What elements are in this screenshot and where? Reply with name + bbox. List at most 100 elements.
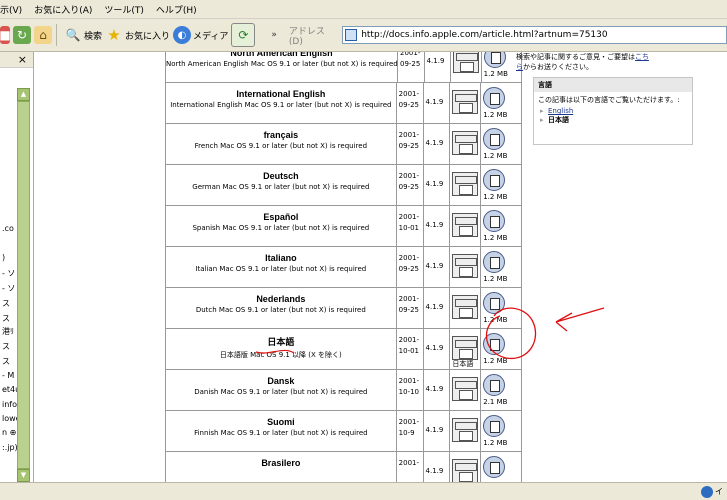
document-icon[interactable]	[483, 251, 506, 273]
language-cell: Español Spanish Mac OS 9.1 or later (but …	[166, 206, 397, 246]
search-icon: 🔍	[65, 28, 81, 42]
table-row: North American English North American Eng…	[166, 52, 521, 83]
pane-text-fragment: ス	[2, 357, 10, 366]
document-icon[interactable]	[483, 87, 506, 109]
menu-help[interactable]: ヘルプ(H)	[150, 3, 203, 16]
date-monthday: 10-9	[398, 429, 415, 437]
version-cell: 4.1.9	[424, 452, 451, 482]
pane-text-fragment: ス	[2, 299, 10, 308]
version-cell: 4.1.9	[424, 206, 451, 246]
close-icon[interactable]: ×	[18, 53, 27, 66]
toolbar-overflow-chevron[interactable]: »	[271, 30, 277, 40]
explorer-scrollbar[interactable]: ▲ ▼	[17, 88, 30, 482]
download-disk-icon[interactable]	[452, 172, 479, 196]
document-icon[interactable]	[483, 333, 506, 355]
download-disk-icon[interactable]	[452, 336, 479, 360]
document-icon[interactable]	[483, 456, 506, 478]
document-icon[interactable]	[483, 292, 506, 314]
requirement-text: French Mac OS 9.1 or later (but not X) i…	[194, 142, 368, 150]
file-size: 1.2 MB	[483, 275, 508, 283]
download-disk-icon[interactable]	[452, 213, 479, 237]
date-year: 2001-	[398, 213, 420, 221]
table-row: Suomi Finnish Mac OS 9.1 or later (but no…	[166, 411, 521, 452]
date-cell: 2001- 10-01	[397, 206, 424, 246]
search-button[interactable]: 🔍 検索	[64, 22, 103, 48]
file-size: 2.1 MB	[483, 398, 508, 406]
document-icon[interactable]	[483, 169, 506, 191]
language-box-title: 言語	[534, 78, 692, 92]
language-cell: Nederlands Dutch Mac OS 9.1 or later (but…	[166, 288, 397, 328]
download-cell	[450, 411, 482, 451]
address-url[interactable]: http://docs.info.apple.com/article.html?…	[361, 30, 607, 40]
language-cell: International English International Engli…	[166, 83, 397, 123]
download-disk-icon[interactable]	[452, 254, 479, 278]
toolbar-separator	[56, 24, 57, 46]
menu-favorites[interactable]: お気に入り(A)	[28, 3, 98, 16]
download-disk-icon[interactable]	[452, 90, 479, 114]
date-monthday: 09-25	[398, 101, 420, 109]
menu-view[interactable]: 示(V)	[0, 3, 28, 16]
language-option-english[interactable]: English	[538, 107, 688, 116]
feedback-link[interactable]: こち	[635, 53, 649, 61]
address-bar[interactable]: http://docs.info.apple.com/article.html?…	[342, 26, 727, 44]
scroll-down-arrow-icon[interactable]: ▼	[17, 469, 30, 482]
date-monthday: 10-10	[398, 388, 420, 396]
document-icon[interactable]	[483, 210, 506, 232]
scrollbar-thumb[interactable]	[17, 101, 30, 469]
document-icon[interactable]	[483, 415, 506, 437]
internet-zone-icon	[701, 486, 713, 498]
date-year: 2001-	[398, 459, 420, 467]
home-button[interactable]: ⌂	[34, 22, 52, 48]
download-disk-icon[interactable]	[452, 377, 479, 401]
date-year: 2001-	[398, 336, 420, 344]
download-disk-icon[interactable]	[452, 295, 479, 319]
download-disk-icon[interactable]	[452, 459, 479, 482]
download-disk-icon[interactable]	[453, 52, 480, 73]
date-cell: 2001- 09-25	[398, 52, 425, 82]
language-cell: North American English North American Eng…	[166, 52, 398, 82]
date-cell: 2001-	[397, 452, 424, 482]
date-year: 2001-	[398, 377, 420, 385]
download-cell	[450, 83, 482, 123]
document-icon[interactable]	[483, 52, 506, 68]
requirement-text: International English Mac OS 9.1 or late…	[170, 101, 392, 109]
page-content: North American English North American Eng…	[35, 52, 727, 482]
status-zone-text: イ	[715, 487, 723, 496]
requirement-text: Spanish Mac OS 9.1 or later (but not X) …	[192, 224, 370, 232]
language-cell: 日本語 日本語版 Mac OS 9.1 以降 (X を除く)	[166, 329, 397, 369]
document-cell: 1.2 MB	[481, 124, 521, 164]
language-cell: Suomi Finnish Mac OS 9.1 or later (but no…	[166, 411, 397, 451]
version-cell: 4.1.9	[424, 83, 451, 123]
home-icon: ⌂	[34, 26, 52, 44]
download-disk-icon[interactable]	[452, 418, 479, 442]
pane-text-fragment: - ソ	[2, 284, 16, 293]
table-row: Español Spanish Mac OS 9.1 or later (but …	[166, 206, 521, 247]
date-cell: 2001- 10-9	[397, 411, 424, 451]
document-icon[interactable]	[483, 128, 506, 150]
feedback-link-cont[interactable]: ら	[516, 63, 523, 71]
search-label: 検索	[83, 31, 102, 42]
stop-icon: ■	[0, 26, 11, 44]
file-size: 1.2 MB	[483, 111, 508, 119]
date-year: 2001-	[398, 418, 420, 426]
scroll-up-arrow-icon[interactable]: ▲	[17, 88, 30, 101]
file-size: 1.2 MB	[483, 234, 508, 242]
document-icon[interactable]	[483, 374, 506, 396]
date-monthday: 09-25	[398, 142, 420, 150]
pane-text-fragment: n ⊕	[2, 428, 17, 437]
favorites-button[interactable]: ★ お気に入り	[105, 22, 170, 48]
stop-button[interactable]: ■	[0, 22, 11, 48]
browser-window: 示(V) お気に入り(A) ツール(T) ヘルプ(H) ■ ↻ ⌂ 🔍 検索 ★…	[0, 0, 727, 500]
table-row: Nederlands Dutch Mac OS 9.1 or later (but…	[166, 288, 521, 329]
language-box: 言語 この記事は以下の言語でご覧いただけます。: English 日本語	[533, 77, 693, 145]
explorer-pane: × .co ) - ソ - ソ ス ス 港ﾘ ス ス - M et4u info…	[0, 52, 34, 482]
date-cell: 2001- 09-25	[397, 247, 424, 287]
media-button[interactable]: ◐ メディア	[173, 22, 228, 48]
history-button[interactable]: ⟳	[231, 22, 256, 48]
download-disk-icon[interactable]	[452, 131, 479, 155]
language-cell: Brasilero	[166, 452, 397, 482]
date-cell: 2001- 10-10	[397, 370, 424, 410]
refresh-button[interactable]: ↻	[13, 22, 31, 48]
menu-tools[interactable]: ツール(T)	[98, 3, 150, 16]
address-label: アドレス(D)	[288, 26, 325, 47]
